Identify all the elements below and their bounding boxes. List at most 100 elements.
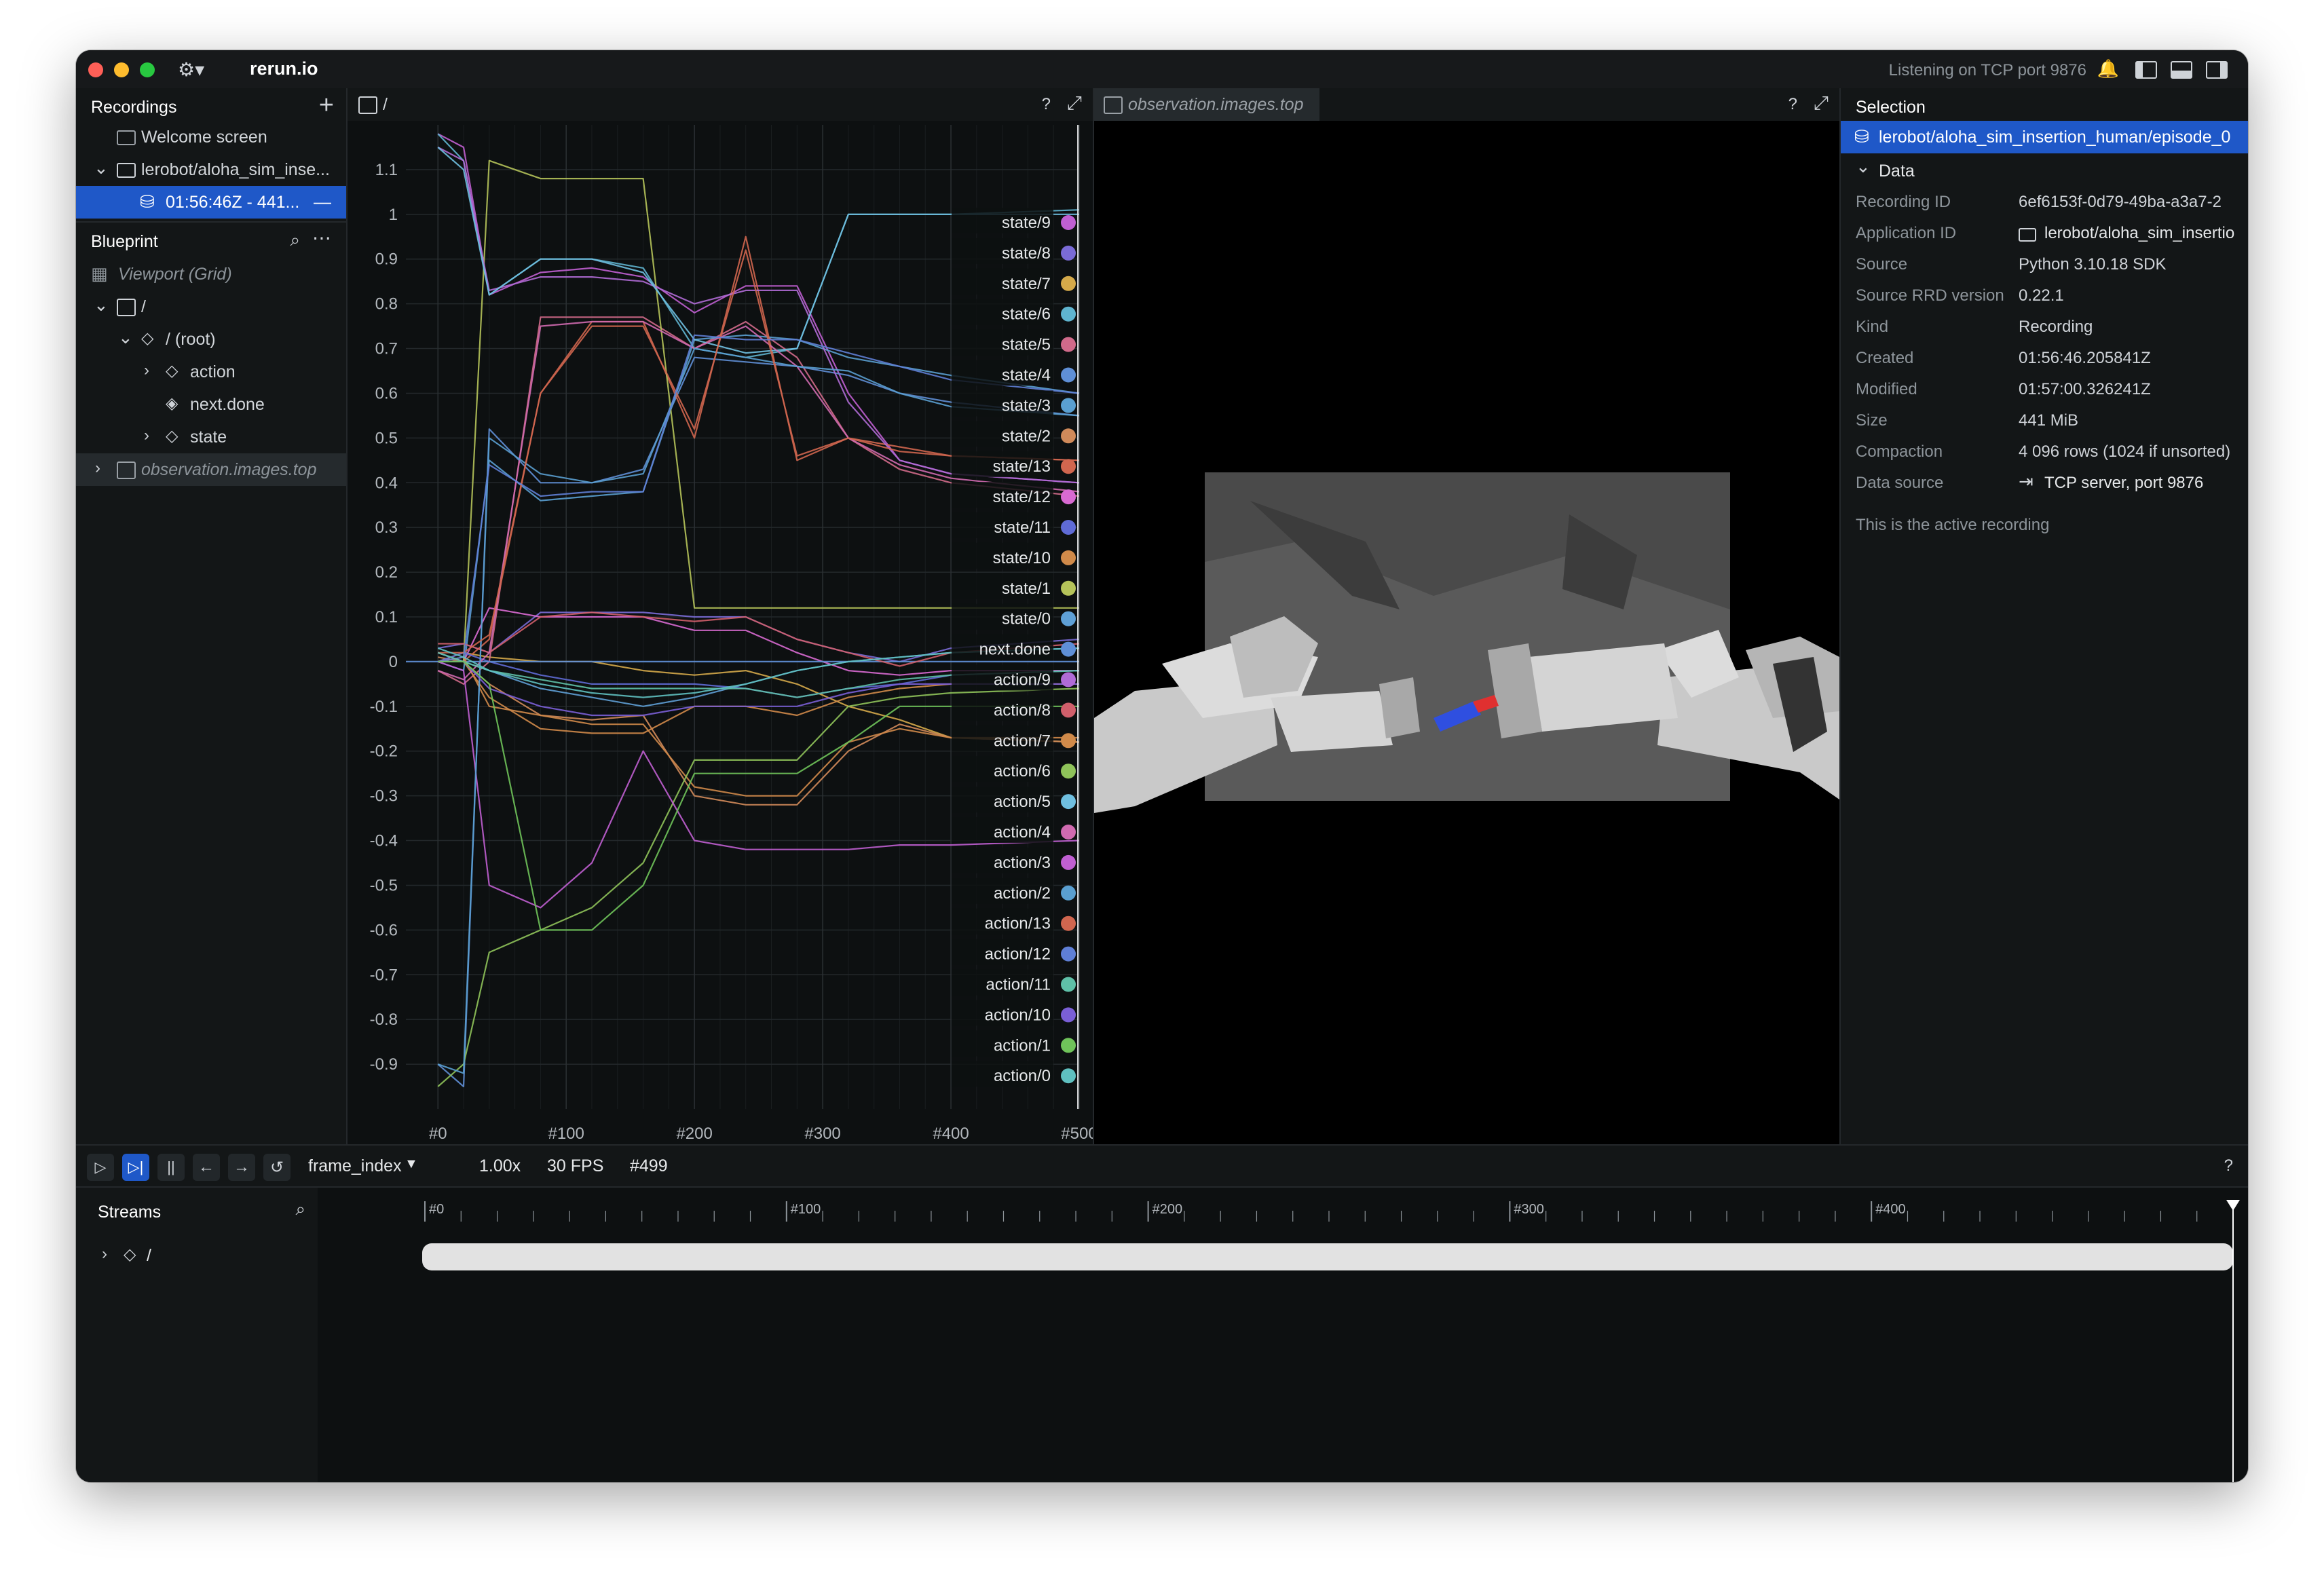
- legend-marker[interactable]: [1061, 702, 1076, 718]
- legend-marker[interactable]: [1061, 550, 1076, 565]
- zoom-window-button[interactable]: [140, 62, 155, 77]
- legend-marker[interactable]: [1061, 580, 1076, 596]
- legend-label[interactable]: action/6: [994, 762, 1051, 780]
- image-tab[interactable]: observation.images.top: [1094, 88, 1319, 121]
- chevron-right-icon[interactable]: ›: [102, 1245, 107, 1264]
- legend-label[interactable]: action/10: [985, 1006, 1051, 1024]
- recording-item-app[interactable]: ⌄ lerobot/aloha_sim_inse...: [76, 153, 346, 186]
- legend-label[interactable]: state/4: [1002, 366, 1051, 385]
- pause-button[interactable]: ||: [157, 1154, 185, 1181]
- recording-item-welcome[interactable]: Welcome screen: [76, 121, 346, 153]
- legend-label[interactable]: state/6: [1002, 305, 1051, 324]
- legend-label[interactable]: state/10: [993, 549, 1051, 567]
- camera-image[interactable]: [1094, 121, 1839, 1144]
- legend-label[interactable]: state/13: [993, 457, 1051, 476]
- blueprint-item-next-done[interactable]: ◈ next.done: [76, 388, 346, 421]
- stream-data-bar[interactable]: [422, 1243, 2233, 1270]
- legend-marker[interactable]: [1061, 1038, 1076, 1053]
- legend-label[interactable]: state/5: [1002, 336, 1051, 354]
- help-icon[interactable]: ?: [1042, 95, 1051, 114]
- chevron-down-icon[interactable]: ⌄: [1856, 156, 1871, 177]
- field-value[interactable]: lerobot/aloha_sim_insertio: [2044, 224, 2234, 243]
- legend-label[interactable]: action/11: [986, 976, 1051, 994]
- time-cursor-handle-icon[interactable]: [2226, 1200, 2240, 1211]
- current-frame[interactable]: #499: [630, 1156, 668, 1176]
- minimize-window-button[interactable]: [114, 62, 129, 77]
- legend-marker[interactable]: [1061, 428, 1076, 444]
- legend-marker[interactable]: [1061, 672, 1076, 687]
- legend-marker[interactable]: [1061, 215, 1076, 230]
- legend-label[interactable]: state/9: [1002, 214, 1051, 232]
- legend-marker[interactable]: [1061, 276, 1076, 291]
- blueprint-item-root[interactable]: ⌄ ◇ / (root): [76, 323, 346, 356]
- step-forward-button[interactable]: →: [228, 1154, 255, 1181]
- legend-marker[interactable]: [1061, 367, 1076, 383]
- stream-root-label[interactable]: /: [147, 1246, 151, 1266]
- playback-speed[interactable]: 1.00x: [479, 1156, 521, 1176]
- legend-label[interactable]: state/0: [1002, 610, 1051, 628]
- legend-marker[interactable]: [1061, 337, 1076, 352]
- legend-label[interactable]: state/3: [1002, 396, 1051, 415]
- legend-marker[interactable]: [1061, 1068, 1076, 1084]
- chevron-down-icon[interactable]: ⌄: [94, 295, 109, 316]
- data-section-title[interactable]: Data: [1879, 162, 1915, 181]
- legend-label[interactable]: action/9: [994, 671, 1051, 690]
- plot-tab-label[interactable]: /: [383, 95, 388, 115]
- selected-item[interactable]: ⛁ lerobot/aloha_sim_insertion_human/epis…: [1841, 121, 2248, 153]
- chevron-right-icon[interactable]: ›: [95, 459, 100, 478]
- legend-label[interactable]: state/12: [993, 488, 1051, 506]
- timeseries-plot[interactable]: 1.1 1 0.9 0.8 0.7 0.6 0.5 0.4 0.3 0.2 0.1 0 -0.1 -0.2…: [348, 121, 1093, 1144]
- chevron-right-icon[interactable]: ›: [144, 426, 149, 445]
- blueprint-item-plot-view[interactable]: ⌄ /: [76, 290, 346, 323]
- time-panel[interactable]: #0 #100 #200 #300 #400: [318, 1188, 2248, 1482]
- legend-marker[interactable]: [1061, 459, 1076, 474]
- follow-button[interactable]: ▷|: [122, 1154, 149, 1181]
- legend-marker[interactable]: [1061, 398, 1076, 413]
- legend-label[interactable]: action/7: [994, 732, 1051, 750]
- legend-label[interactable]: action/3: [994, 854, 1051, 872]
- legend-label[interactable]: state/7: [1002, 275, 1051, 293]
- legend-marker[interactable]: [1061, 520, 1076, 535]
- legend-label[interactable]: action/0: [994, 1067, 1051, 1085]
- legend-marker[interactable]: [1061, 733, 1076, 749]
- legend-marker[interactable]: [1061, 916, 1076, 931]
- recording-item-selected[interactable]: ⛁ 01:56:46Z - 441... —: [76, 186, 346, 219]
- legend-marker[interactable]: [1061, 306, 1076, 322]
- notifications-bell-icon[interactable]: 🔔: [2097, 58, 2119, 79]
- more-options-icon[interactable]: ⋯: [312, 227, 331, 249]
- blueprint-item-action[interactable]: › ◇ action: [76, 356, 346, 388]
- chevron-right-icon[interactable]: ›: [144, 361, 149, 380]
- chevron-down-icon[interactable]: ⌄: [94, 157, 109, 178]
- add-recording-icon[interactable]: +: [319, 91, 334, 120]
- legend-marker[interactable]: [1061, 763, 1076, 779]
- legend-label[interactable]: state/2: [1002, 427, 1051, 445]
- playback-fps[interactable]: 30 FPS: [547, 1156, 603, 1176]
- legend-label[interactable]: action/8: [994, 701, 1051, 719]
- search-icon[interactable]: ⌕: [290, 229, 300, 251]
- legend-label[interactable]: state/1: [1002, 580, 1051, 598]
- rerun-menu-icon[interactable]: ⚙▾: [178, 58, 204, 81]
- toggle-right-panel-icon[interactable]: [2206, 61, 2228, 79]
- timeline-selector[interactable]: frame_index: [308, 1156, 402, 1176]
- close-window-button[interactable]: [88, 62, 103, 77]
- legend-label[interactable]: action/13: [985, 915, 1051, 933]
- search-icon[interactable]: ⌕: [295, 1199, 305, 1220]
- help-icon[interactable]: ?: [1788, 95, 1797, 114]
- help-icon[interactable]: ?: [2224, 1156, 2233, 1175]
- legend-marker[interactable]: [1061, 825, 1076, 840]
- legend-marker[interactable]: [1061, 641, 1076, 657]
- legend-label[interactable]: action/12: [985, 945, 1051, 964]
- blueprint-item-image-view[interactable]: › observation.images.top: [76, 453, 346, 486]
- legend-marker[interactable]: [1061, 611, 1076, 626]
- step-back-button[interactable]: ←: [193, 1154, 220, 1181]
- legend-label[interactable]: state/11: [994, 518, 1051, 537]
- legend-marker[interactable]: [1061, 245, 1076, 261]
- maximize-icon[interactable]: ⤢: [1814, 92, 1829, 115]
- legend-marker[interactable]: [1061, 946, 1076, 962]
- legend-marker[interactable]: [1061, 977, 1076, 992]
- loop-button[interactable]: ↺: [263, 1154, 290, 1181]
- legend-marker[interactable]: [1061, 794, 1076, 810]
- legend-label[interactable]: action/5: [994, 793, 1051, 811]
- legend-label[interactable]: action/2: [994, 884, 1051, 903]
- legend-marker[interactable]: [1061, 885, 1076, 901]
